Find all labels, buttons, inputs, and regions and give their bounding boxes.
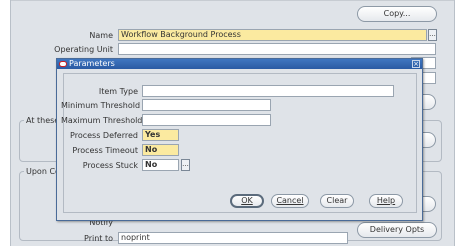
delivery-opts-button[interactable]: Delivery Opts [357,222,437,238]
item-type-label: Item Type [98,87,138,96]
oracle-icon [59,61,67,67]
cancel-button[interactable]: Cancel [271,194,309,208]
process-deferred-field[interactable]: Yes [142,129,179,141]
ok-label: OK [241,196,253,205]
ok-button[interactable]: OK [230,194,264,208]
name-lov-button[interactable]: ... [428,29,437,41]
dialog-title: Parameters [69,59,115,68]
name-label: Name [89,31,113,40]
dialog-titlebar: Parameters × [57,59,422,69]
parameters-dialog: Parameters × Item Type Minimum Threshold… [56,58,423,221]
minimum-threshold-field[interactable] [142,99,271,111]
cancel-label: Cancel [276,196,304,205]
process-stuck-lov-button[interactable]: ... [181,159,190,171]
maximum-threshold-label: Maximum Threshold [61,116,143,125]
clear-label: Clear [326,196,348,205]
operating-unit-label: Operating Unit [54,45,113,54]
process-stuck-label: Process Stuck [82,161,138,170]
process-timeout-field[interactable]: No [142,144,179,156]
process-deferred-label: Process Deferred [70,131,138,140]
top-divider [11,0,454,1]
help-label: Help [376,196,396,205]
copy-button[interactable]: Copy... [357,6,437,22]
print-to-label: Print to [84,234,113,243]
maximum-threshold-field[interactable] [142,114,271,126]
item-type-field[interactable] [142,85,394,97]
process-timeout-label: Process Timeout [72,146,138,155]
minimum-threshold-label: Minimum Threshold [61,101,141,110]
name-field[interactable]: Workflow Background Process [118,29,427,41]
operating-unit-field[interactable] [118,43,436,55]
help-button[interactable]: Help [369,194,403,208]
clear-button[interactable]: Clear [320,194,354,208]
close-icon[interactable]: × [412,60,420,68]
process-stuck-field[interactable]: No [142,159,179,171]
print-to-field[interactable]: noprint [118,232,348,244]
